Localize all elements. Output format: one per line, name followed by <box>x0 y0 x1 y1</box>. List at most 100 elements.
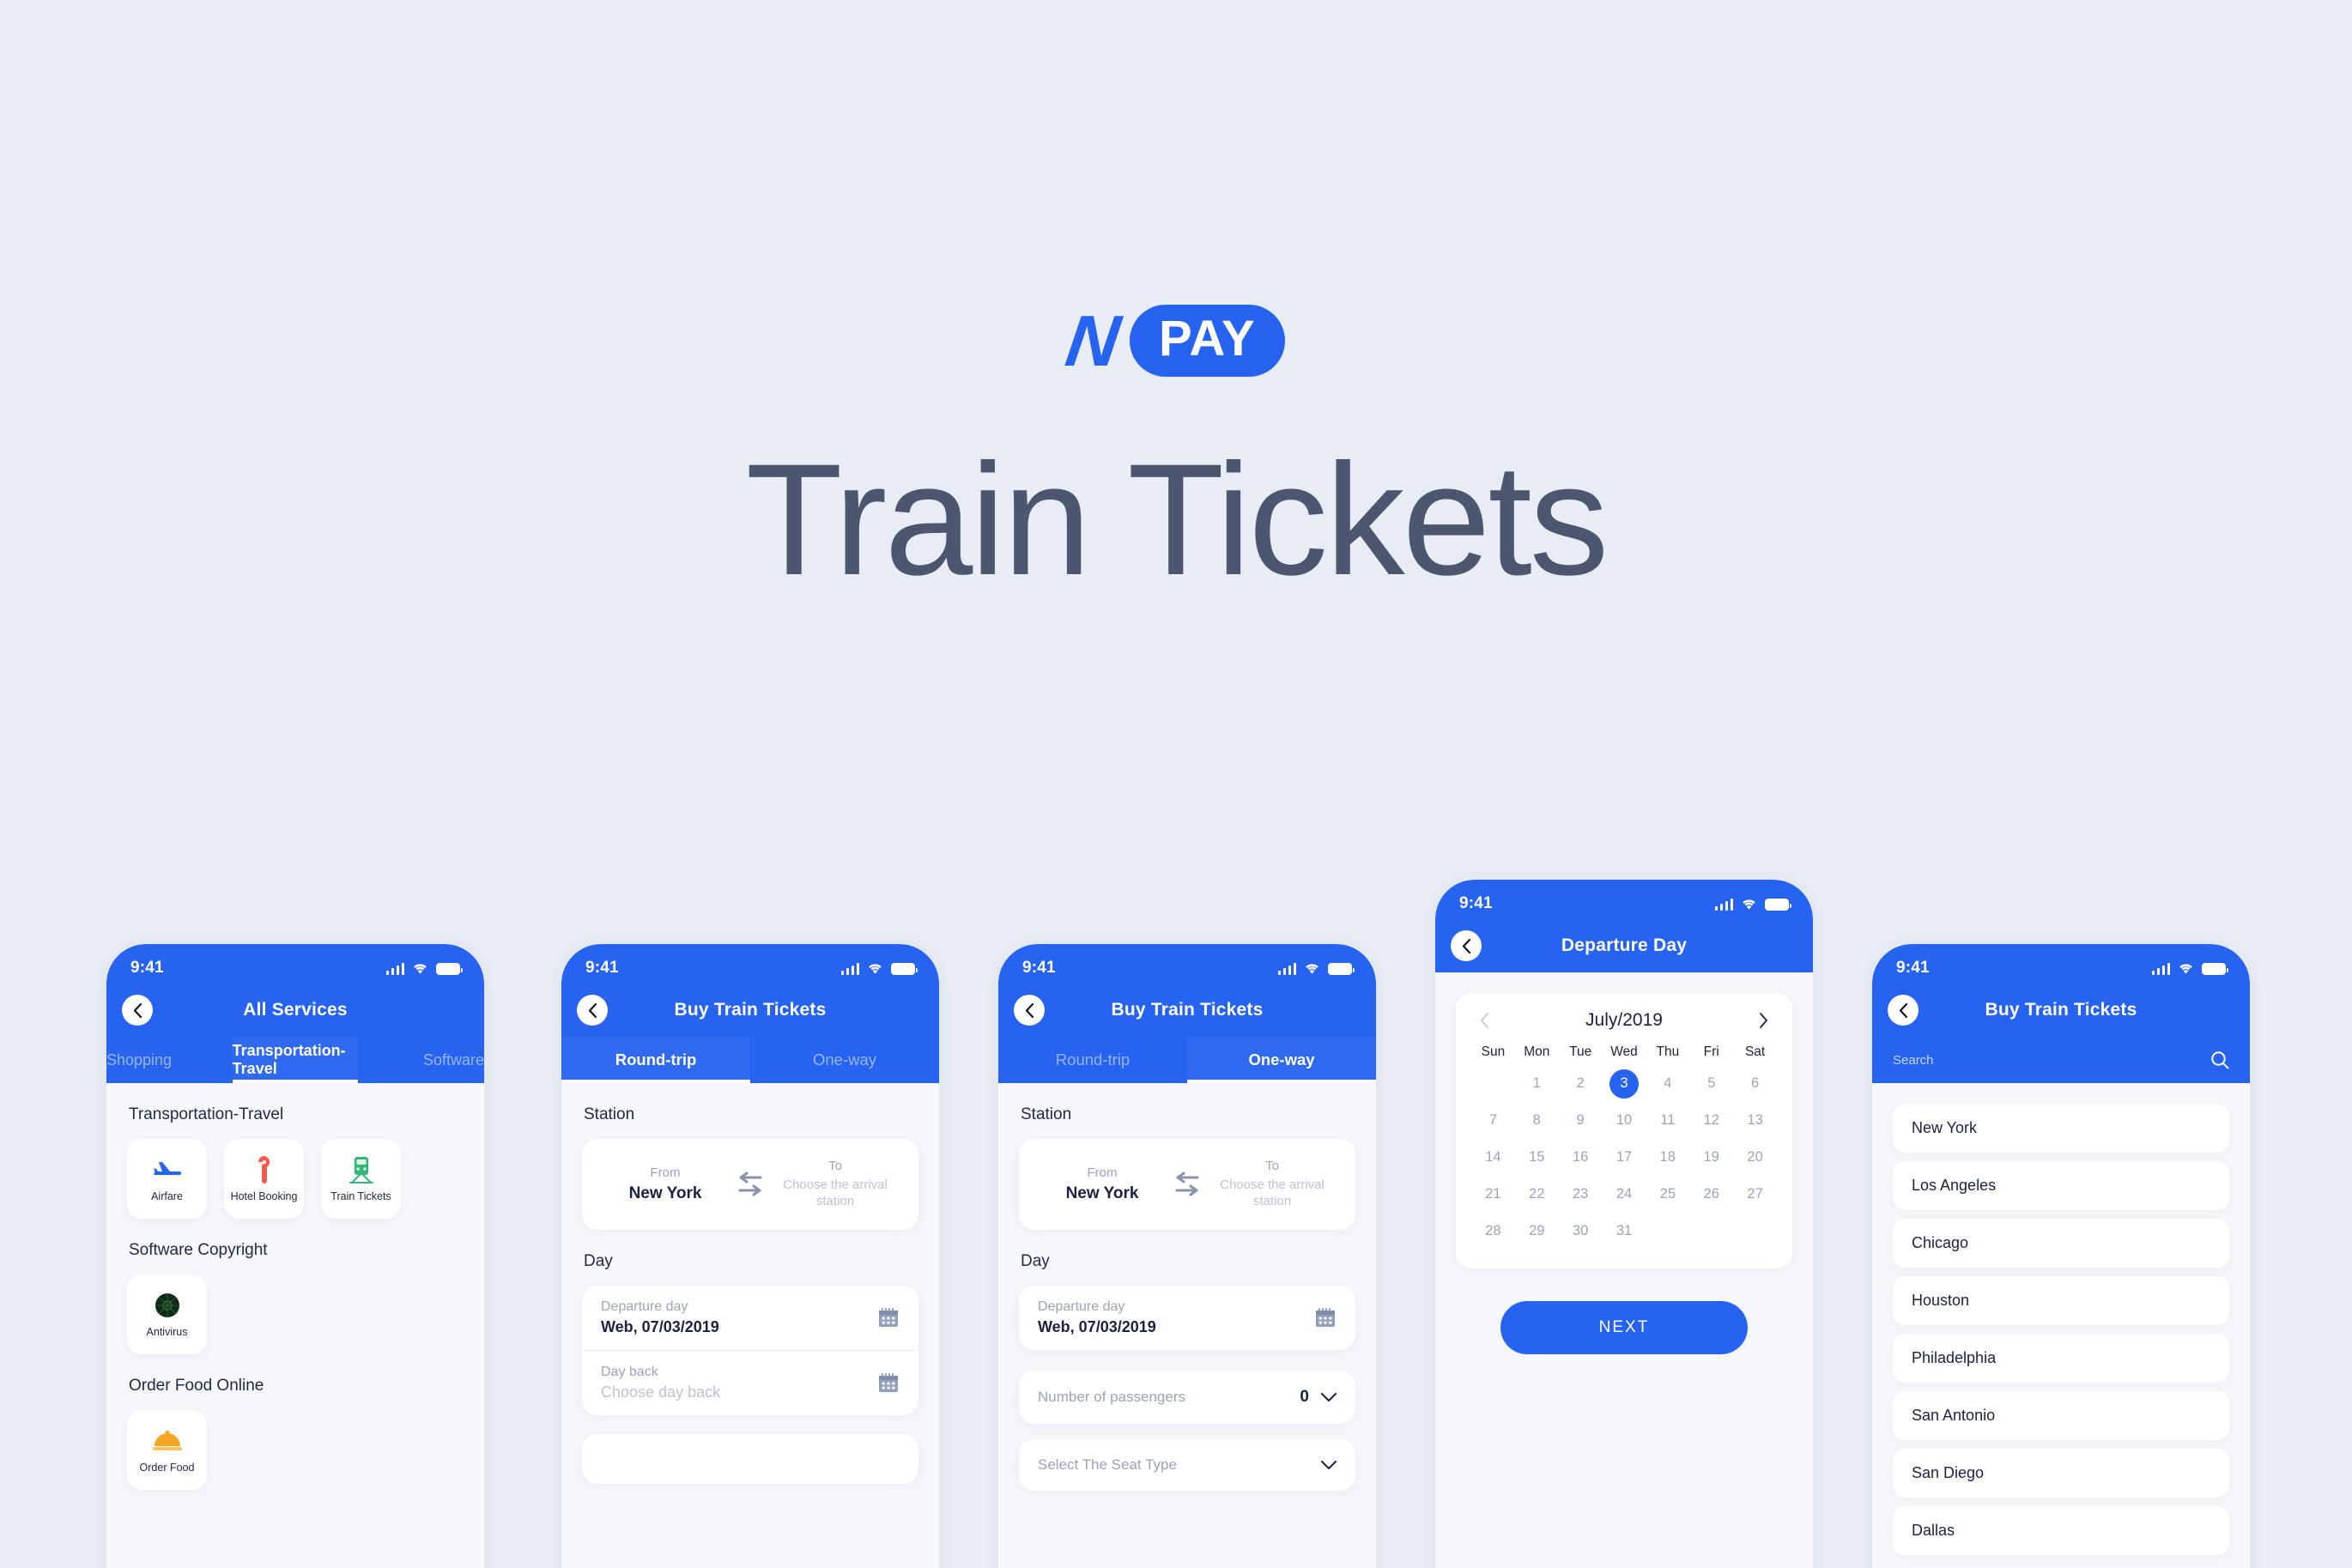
departure-day-row[interactable]: Departure day Web, 07/03/2019 <box>1019 1286 1355 1350</box>
calendar-day[interactable]: 17 <box>1603 1141 1646 1174</box>
calendar-day-number: 12 <box>1703 1112 1719 1128</box>
swap-stations-button[interactable] <box>1167 1171 1208 1198</box>
calendar-icon[interactable] <box>877 1307 900 1329</box>
tab-transportation-travel[interactable]: Transportation-Travel <box>232 1037 359 1083</box>
swap-stations-button[interactable] <box>730 1171 771 1198</box>
calendar-day[interactable]: 19 <box>1689 1141 1733 1174</box>
tile-row-food: Order Food <box>127 1410 464 1490</box>
calendar-day[interactable]: 18 <box>1646 1141 1689 1174</box>
seat-type-field[interactable]: Select The Seat Type <box>1019 1439 1355 1491</box>
calendar-day[interactable]: 23 <box>1559 1178 1603 1211</box>
section-title-transportation: Transportation-Travel <box>129 1105 284 1123</box>
departure-day-row[interactable]: Departure day Web, 07/03/2019 <box>582 1286 918 1350</box>
calendar-day[interactable]: 4 <box>1646 1067 1689 1100</box>
calendar-day-number: 22 <box>1529 1186 1545 1202</box>
next-button[interactable]: NEXT <box>1500 1301 1748 1354</box>
service-tile-antivirus[interactable]: Antivirus <box>127 1274 207 1354</box>
next-field-card[interactable] <box>582 1434 918 1484</box>
service-tile-order-food[interactable]: Order Food <box>127 1410 207 1490</box>
search-input[interactable]: Search <box>1893 1053 1934 1068</box>
trip-type-tabs: Round-trip One-way <box>998 1037 1376 1083</box>
tab-round-trip[interactable]: Round-trip <box>998 1037 1187 1083</box>
calendar-day[interactable]: 5 <box>1689 1067 1733 1100</box>
calendar-day-number: 21 <box>1485 1186 1501 1202</box>
back-button[interactable] <box>577 995 608 1026</box>
calendar-day[interactable]: 6 <box>1733 1067 1777 1100</box>
tile-row-software: Antivirus <box>127 1274 464 1354</box>
tab-software[interactable]: Software <box>358 1037 484 1083</box>
back-button[interactable] <box>1014 995 1045 1026</box>
chevron-down-icon[interactable] <box>1321 1392 1337 1402</box>
calendar-day[interactable]: 2 <box>1559 1067 1603 1100</box>
calendar-day[interactable]: 26 <box>1689 1178 1733 1211</box>
passengers-field[interactable]: Number of passengers 0 <box>1019 1371 1355 1424</box>
station-card[interactable]: From New York To Choose the arrival stat… <box>582 1139 918 1230</box>
service-tile-hotel-booking[interactable]: Hotel Booking <box>224 1139 304 1219</box>
calendar-day[interactable]: 31 <box>1603 1214 1646 1248</box>
service-tile-airfare[interactable]: Airfare <box>127 1139 207 1219</box>
calendar-day[interactable]: 27 <box>1733 1178 1777 1211</box>
back-button[interactable] <box>122 995 153 1026</box>
calendar-day-number: 5 <box>1707 1075 1716 1091</box>
calendar-day[interactable]: 7 <box>1471 1104 1515 1137</box>
city-list-item[interactable]: New York <box>1893 1104 2229 1153</box>
calendar-day[interactable]: 1 <box>1515 1067 1559 1100</box>
to-field[interactable]: To Choose the arrival station <box>1208 1159 1337 1210</box>
calendar-day[interactable]: 16 <box>1559 1141 1603 1174</box>
calendar-day[interactable]: 15 <box>1515 1141 1559 1174</box>
chevron-left-icon[interactable] <box>1480 1013 1489 1028</box>
calendar-day[interactable]: 24 <box>1603 1178 1646 1211</box>
city-list-item[interactable]: Dallas <box>1893 1506 2229 1555</box>
service-tile-train-tickets[interactable]: Train Tickets <box>321 1139 401 1219</box>
tab-round-trip[interactable]: Round-trip <box>561 1037 750 1083</box>
status-time: 9:41 <box>1896 959 1930 977</box>
calendar-day[interactable]: 9 <box>1559 1104 1603 1137</box>
back-button[interactable] <box>1451 930 1482 961</box>
chevron-right-icon[interactable] <box>1759 1013 1768 1028</box>
station-card[interactable]: From New York To Choose the arrival stat… <box>1019 1139 1355 1230</box>
city-list-item[interactable]: Los Angeles <box>1893 1161 2229 1210</box>
search-icon[interactable] <box>2210 1050 2229 1069</box>
calendar-day[interactable]: 22 <box>1515 1178 1559 1211</box>
search-bar[interactable]: Search <box>1872 1037 2250 1083</box>
tab-shopping[interactable]: Shopping <box>106 1037 233 1083</box>
calendar-day[interactable]: 30 <box>1559 1214 1603 1248</box>
calendar-day[interactable]: 10 <box>1603 1104 1646 1137</box>
city-list-item[interactable]: Chicago <box>1893 1219 2229 1268</box>
tile-row-transportation: Airfare Hotel Booking Train Tickets <box>127 1139 464 1219</box>
city-list-item[interactable]: Houston <box>1893 1276 2229 1325</box>
day-back-row[interactable]: Day back Choose day back <box>582 1350 918 1415</box>
from-label: From <box>1087 1165 1118 1180</box>
calendar-day[interactable]: 8 <box>1515 1104 1559 1137</box>
calendar-day[interactable]: 20 <box>1733 1141 1777 1174</box>
header: 9:41 Buy Train Tickets Round-trip One-wa… <box>998 944 1376 1083</box>
calendar-day[interactable]: 28 <box>1471 1214 1515 1248</box>
calendar-day[interactable]: 11 <box>1646 1104 1689 1137</box>
calendar-icon[interactable] <box>1314 1307 1337 1329</box>
chevron-down-icon[interactable] <box>1321 1460 1337 1470</box>
calendar-day[interactable]: 12 <box>1689 1104 1733 1137</box>
tab-one-way[interactable]: One-way <box>750 1037 939 1083</box>
calendar-day[interactable]: 14 <box>1471 1141 1515 1174</box>
day-back-placeholder: Choose day back <box>601 1383 721 1401</box>
calendar-day[interactable]: 13 <box>1733 1104 1777 1137</box>
calendar-day-selected[interactable]: 3 <box>1603 1067 1646 1100</box>
city-name: San Diego <box>1912 1464 1985 1481</box>
tab-one-way[interactable]: One-way <box>1187 1037 1376 1083</box>
calendar-icon[interactable] <box>877 1372 900 1395</box>
to-field[interactable]: To Choose the arrival station <box>771 1159 900 1210</box>
from-field[interactable]: From New York <box>1038 1165 1167 1203</box>
city-list-item[interactable]: San Antonio <box>1893 1391 2229 1440</box>
back-button[interactable] <box>1888 995 1919 1026</box>
nav-title: Departure Day <box>1561 935 1688 955</box>
calendar-day-number: 10 <box>1615 1112 1633 1128</box>
city-list-item[interactable]: San Diego <box>1893 1449 2229 1498</box>
city-list-item[interactable]: Philadelphia <box>1893 1334 2229 1383</box>
calendar-day[interactable]: 25 <box>1646 1178 1689 1211</box>
battery-icon <box>1765 898 1791 911</box>
calendar-day[interactable]: 21 <box>1471 1178 1515 1211</box>
battery-icon <box>1328 962 1355 975</box>
calendar-weekday-row: Sun Mon Tue Wed Thu Fri Sat <box>1471 1044 1777 1067</box>
calendar-day[interactable]: 29 <box>1515 1214 1559 1248</box>
from-field[interactable]: From New York <box>601 1165 730 1203</box>
